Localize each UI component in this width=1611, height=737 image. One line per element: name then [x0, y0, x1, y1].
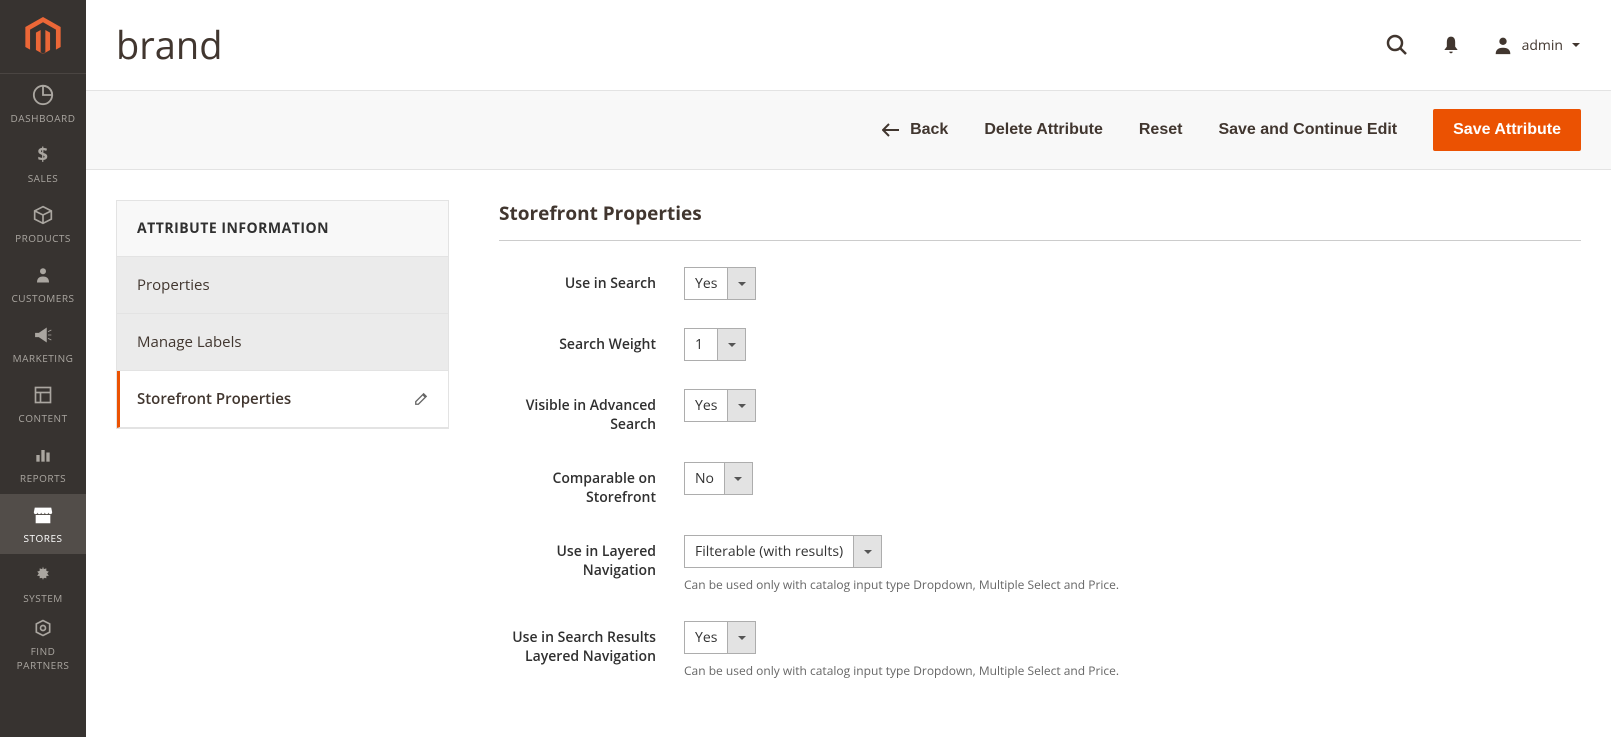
logo-icon: [25, 17, 61, 57]
reset-button[interactable]: Reset: [1139, 121, 1183, 139]
nav-reports[interactable]: REPORTS: [0, 434, 86, 494]
layout-icon: [31, 383, 55, 407]
user-menu[interactable]: admin: [1492, 34, 1581, 56]
svg-text:$: $: [38, 145, 49, 165]
tab-manage-labels[interactable]: Manage Labels: [117, 314, 448, 371]
note-layered-nav: Can be used only with catalog input type…: [684, 576, 1581, 593]
label-comparable: Comparable on Storefront: [499, 462, 684, 507]
chevron-down-icon: [727, 268, 755, 299]
page-title: brand: [116, 19, 222, 71]
storefront-properties-form: Storefront Properties Use in Search Yes …: [499, 200, 1581, 707]
bars-icon: [31, 443, 55, 467]
chevron-down-icon: [727, 622, 755, 653]
select-comparable[interactable]: No: [684, 462, 753, 495]
form-section-title: Storefront Properties: [499, 200, 1581, 241]
nav-marketing[interactable]: MARKETING: [0, 314, 86, 374]
dashboard-icon: [31, 83, 55, 107]
partners-icon: [31, 616, 55, 640]
label-search-weight: Search Weight: [499, 328, 684, 354]
page-header: brand admin: [86, 0, 1611, 90]
chevron-down-icon: [727, 390, 755, 421]
chevron-down-icon: [853, 536, 881, 567]
nav-sales[interactable]: $ SALES: [0, 134, 86, 194]
pencil-icon: [414, 392, 428, 406]
admin-nav: DASHBOARD $ SALES PRODUCTS CUSTOMERS MAR…: [0, 0, 86, 737]
delete-attribute-button[interactable]: Delete Attribute: [984, 121, 1103, 139]
attribute-info-panel: ATTRIBUTE INFORMATION Properties Manage …: [116, 200, 449, 429]
select-use-in-search[interactable]: Yes: [684, 267, 756, 300]
notifications-icon[interactable]: [1438, 32, 1464, 58]
tab-storefront-properties[interactable]: Storefront Properties: [117, 371, 448, 428]
label-visible-advanced: Visible in Advanced Search: [499, 389, 684, 434]
select-visible-advanced[interactable]: Yes: [684, 389, 756, 422]
user-icon: [1492, 34, 1514, 56]
back-button[interactable]: Back: [882, 121, 948, 139]
select-search-weight[interactable]: 1: [684, 328, 746, 361]
action-toolbar: Back Delete Attribute Reset Save and Con…: [86, 90, 1611, 170]
chevron-down-icon: [717, 329, 745, 360]
nav-products[interactable]: PRODUCTS: [0, 194, 86, 254]
dollar-icon: $: [31, 143, 55, 167]
tab-properties[interactable]: Properties: [117, 257, 448, 314]
person-icon: [31, 263, 55, 287]
note-search-layered: Can be used only with catalog input type…: [684, 662, 1581, 679]
nav-system[interactable]: SYSTEM: [0, 554, 86, 614]
save-attribute-button[interactable]: Save Attribute: [1433, 109, 1581, 151]
save-continue-button[interactable]: Save and Continue Edit: [1218, 121, 1397, 139]
chevron-down-icon: [1571, 40, 1581, 50]
label-search-layered: Use in Search Results Layered Navigation: [499, 621, 684, 666]
nav-stores[interactable]: STORES: [0, 494, 86, 554]
storefront-icon: [31, 503, 55, 527]
nav-customers[interactable]: CUSTOMERS: [0, 254, 86, 314]
box-icon: [31, 203, 55, 227]
nav-dashboard[interactable]: DASHBOARD: [0, 74, 86, 134]
megaphone-icon: [31, 323, 55, 347]
magento-logo[interactable]: [0, 0, 86, 74]
side-panel-heading: ATTRIBUTE INFORMATION: [117, 201, 448, 257]
label-use-in-search: Use in Search: [499, 267, 684, 293]
nav-find-partners[interactable]: FIND PARTNERS: [0, 614, 86, 674]
select-layered-nav[interactable]: Filterable (with results): [684, 535, 882, 568]
chevron-down-icon: [724, 463, 752, 494]
gear-icon: [31, 563, 55, 587]
select-search-layered[interactable]: Yes: [684, 621, 756, 654]
user-label: admin: [1522, 36, 1563, 55]
label-layered-nav: Use in Layered Navigation: [499, 535, 684, 580]
arrow-left-icon: [882, 123, 900, 137]
nav-content[interactable]: CONTENT: [0, 374, 86, 434]
search-icon[interactable]: [1384, 32, 1410, 58]
